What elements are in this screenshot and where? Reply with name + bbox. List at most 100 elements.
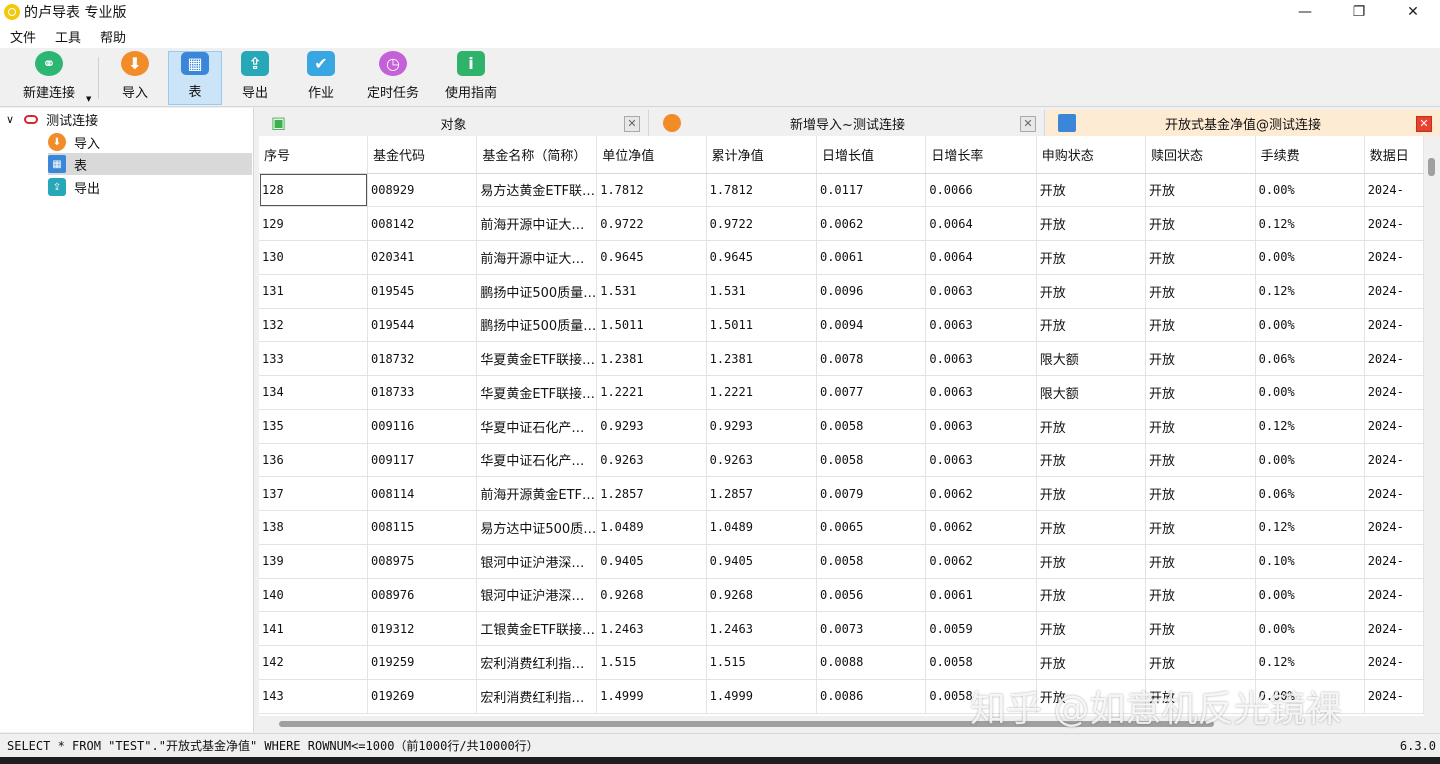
table-cell[interactable]: 华夏中证石化产… xyxy=(476,443,598,478)
table-cell[interactable]: 0.0058 xyxy=(925,645,1037,680)
table-cell[interactable]: 0.0077 xyxy=(816,375,927,410)
table-cell[interactable]: 1.5011 xyxy=(706,308,817,343)
table-cell[interactable]: 009116 xyxy=(367,409,478,444)
table-cell[interactable]: 019312 xyxy=(367,611,478,646)
dropdown-arrow-icon[interactable]: ▼ xyxy=(86,95,91,103)
table-cell[interactable]: 2024- xyxy=(1364,510,1424,545)
table-cell[interactable]: 2024- xyxy=(1364,679,1424,714)
table-cell[interactable]: 131 xyxy=(259,274,368,309)
table-row[interactable]: 136 009117 华夏中证石化产… 0.9263 0.9263 0.0058 0.006… xyxy=(259,443,1424,478)
table-cell[interactable]: 2024- xyxy=(1364,409,1424,444)
table-cell[interactable]: 2024- xyxy=(1364,274,1424,309)
table-cell[interactable]: 2024- xyxy=(1364,578,1424,613)
table-cell[interactable]: 0.0061 xyxy=(816,240,927,275)
table-cell[interactable]: 开放 xyxy=(1145,206,1256,241)
table-row[interactable]: 129 008142 前海开源中证大… 0.9722 0.9722 0.0062 0.006… xyxy=(259,206,1424,241)
table-cell[interactable]: 136 xyxy=(259,443,368,478)
table-cell[interactable]: 0.0063 xyxy=(925,409,1037,444)
table-cell[interactable]: 0.0078 xyxy=(816,341,927,376)
table-row[interactable]: 140 008976 银河中证沪港深… 0.9268 0.9268 0.0056 0.006… xyxy=(259,578,1424,613)
close-window-button[interactable]: ✕ xyxy=(1386,0,1440,24)
table-cell[interactable]: 开放 xyxy=(1145,510,1256,545)
table-cell[interactable]: 135 xyxy=(259,409,368,444)
table-cell[interactable]: 1.4999 xyxy=(706,679,817,714)
table-cell[interactable]: 0.00% xyxy=(1255,173,1365,208)
table-cell[interactable]: 0.9405 xyxy=(706,544,817,579)
table-cell[interactable]: 0.0063 xyxy=(925,308,1037,343)
table-cell[interactable]: 开放 xyxy=(1145,611,1256,646)
tab-close-button[interactable]: ✕ xyxy=(624,116,640,132)
table-cell[interactable]: 2024- xyxy=(1364,476,1424,511)
table-cell[interactable]: 0.00% xyxy=(1255,308,1365,343)
table-cell[interactable]: 1.2463 xyxy=(706,611,817,646)
table-cell[interactable]: 开放 xyxy=(1036,409,1146,444)
table-cell[interactable]: 开放 xyxy=(1145,645,1256,680)
table-cell[interactable]: 0.00% xyxy=(1255,240,1365,275)
table-cell[interactable]: 银河中证沪港深… xyxy=(476,544,598,579)
table-cell[interactable]: 0.9722 xyxy=(596,206,707,241)
vertical-scrollbar[interactable] xyxy=(1424,136,1440,716)
table-cell[interactable]: 0.0063 xyxy=(925,375,1037,410)
table-cell[interactable]: 2024- xyxy=(1364,443,1424,478)
table-row[interactable]: 132 019544 鹏扬中证500质量… 1.5011 1.5011 0.0094 0.0… xyxy=(259,308,1424,343)
maximize-button[interactable]: ❐ xyxy=(1332,0,1386,24)
table-cell[interactable]: 0.12% xyxy=(1255,645,1365,680)
tab-close-button[interactable]: ✕ xyxy=(1416,116,1432,132)
column-header[interactable]: 累计净值 xyxy=(706,136,817,174)
tree-item-export[interactable]: ⇪ 导出 xyxy=(48,176,248,198)
table-cell[interactable]: 开放 xyxy=(1036,206,1146,241)
table-cell[interactable]: 1.7812 xyxy=(596,173,707,208)
table-cell[interactable]: 143 xyxy=(259,679,368,714)
table-cell[interactable]: 0.0062 xyxy=(925,476,1037,511)
collapse-chevron-icon[interactable]: ∨ xyxy=(6,113,14,126)
table-cell[interactable]: 0.10% xyxy=(1255,544,1365,579)
table-cell[interactable]: 1.4999 xyxy=(596,679,707,714)
table-cell[interactable]: 0.06% xyxy=(1255,476,1365,511)
table-cell[interactable]: 0.9293 xyxy=(596,409,707,444)
table-cell[interactable]: 0.9268 xyxy=(596,578,707,613)
tab-close-button[interactable]: ✕ xyxy=(1020,116,1036,132)
table-cell[interactable]: 0.0058 xyxy=(816,443,927,478)
table-cell[interactable]: 1.7812 xyxy=(706,173,817,208)
table-cell[interactable]: 134 xyxy=(259,375,368,410)
new-connection-button[interactable]: ⚭ 新建连接 xyxy=(18,51,80,105)
column-header[interactable]: 日增长值 xyxy=(816,136,927,174)
table-cell[interactable]: 宏利消费红利指… xyxy=(476,679,598,714)
table-cell[interactable]: 132 xyxy=(259,308,368,343)
table-cell[interactable]: 2024- xyxy=(1364,645,1424,680)
table-cell[interactable]: 2024- xyxy=(1364,375,1424,410)
table-row[interactable]: 139 008975 银河中证沪港深… 0.9405 0.9405 0.0058 0.006… xyxy=(259,544,1424,579)
table-cell[interactable]: 0.00% xyxy=(1255,611,1365,646)
table-cell[interactable]: 0.0058 xyxy=(816,544,927,579)
table-cell[interactable]: 0.06% xyxy=(1255,341,1365,376)
table-row[interactable]: 131 019545 鹏扬中证500质量… 1.531 1.531 0.0096 0.006… xyxy=(259,274,1424,309)
table-row[interactable]: 134 018733 华夏黄金ETF联接… 1.2221 1.2221 0.0077 0.0… xyxy=(259,375,1424,410)
table-cell[interactable]: 开放 xyxy=(1145,544,1256,579)
tab-new-import[interactable]: 新增导入~测试连接 ✕ xyxy=(651,110,1045,136)
table-cell[interactable]: 2024- xyxy=(1364,173,1424,208)
table-cell[interactable]: 0.0059 xyxy=(925,611,1037,646)
table-cell[interactable]: 开放 xyxy=(1145,476,1256,511)
table-cell[interactable]: 019544 xyxy=(367,308,478,343)
table-cell[interactable]: 开放 xyxy=(1145,578,1256,613)
table-cell[interactable]: 137 xyxy=(259,476,368,511)
tab-objects[interactable]: ▣ 对象 ✕ xyxy=(259,110,649,136)
table-row[interactable]: 137 008114 前海开源黄金ETF… 1.2857 1.2857 0.0079 0.0… xyxy=(259,476,1424,511)
table-cell[interactable]: 133 xyxy=(259,341,368,376)
table-cell[interactable]: 008142 xyxy=(367,206,478,241)
table-cell[interactable]: 限大额 xyxy=(1036,375,1146,410)
table-cell[interactable]: 开放 xyxy=(1036,578,1146,613)
table-cell[interactable]: 1.0489 xyxy=(596,510,707,545)
table-cell[interactable]: 0.9263 xyxy=(596,443,707,478)
table-cell[interactable]: 开放 xyxy=(1145,375,1256,410)
table-cell[interactable]: 华夏中证石化产… xyxy=(476,409,598,444)
table-button[interactable]: ▦ 表 xyxy=(168,51,222,105)
table-cell[interactable]: 0.9263 xyxy=(706,443,817,478)
table-cell[interactable]: 130 xyxy=(259,240,368,275)
table-cell[interactable]: 138 xyxy=(259,510,368,545)
table-cell[interactable]: 0.00% xyxy=(1255,375,1365,410)
column-header[interactable]: 赎回状态 xyxy=(1145,136,1256,174)
table-cell[interactable]: 008114 xyxy=(367,476,478,511)
table-cell[interactable]: 020341 xyxy=(367,240,478,275)
table-cell[interactable]: 宏利消费红利指… xyxy=(476,645,598,680)
